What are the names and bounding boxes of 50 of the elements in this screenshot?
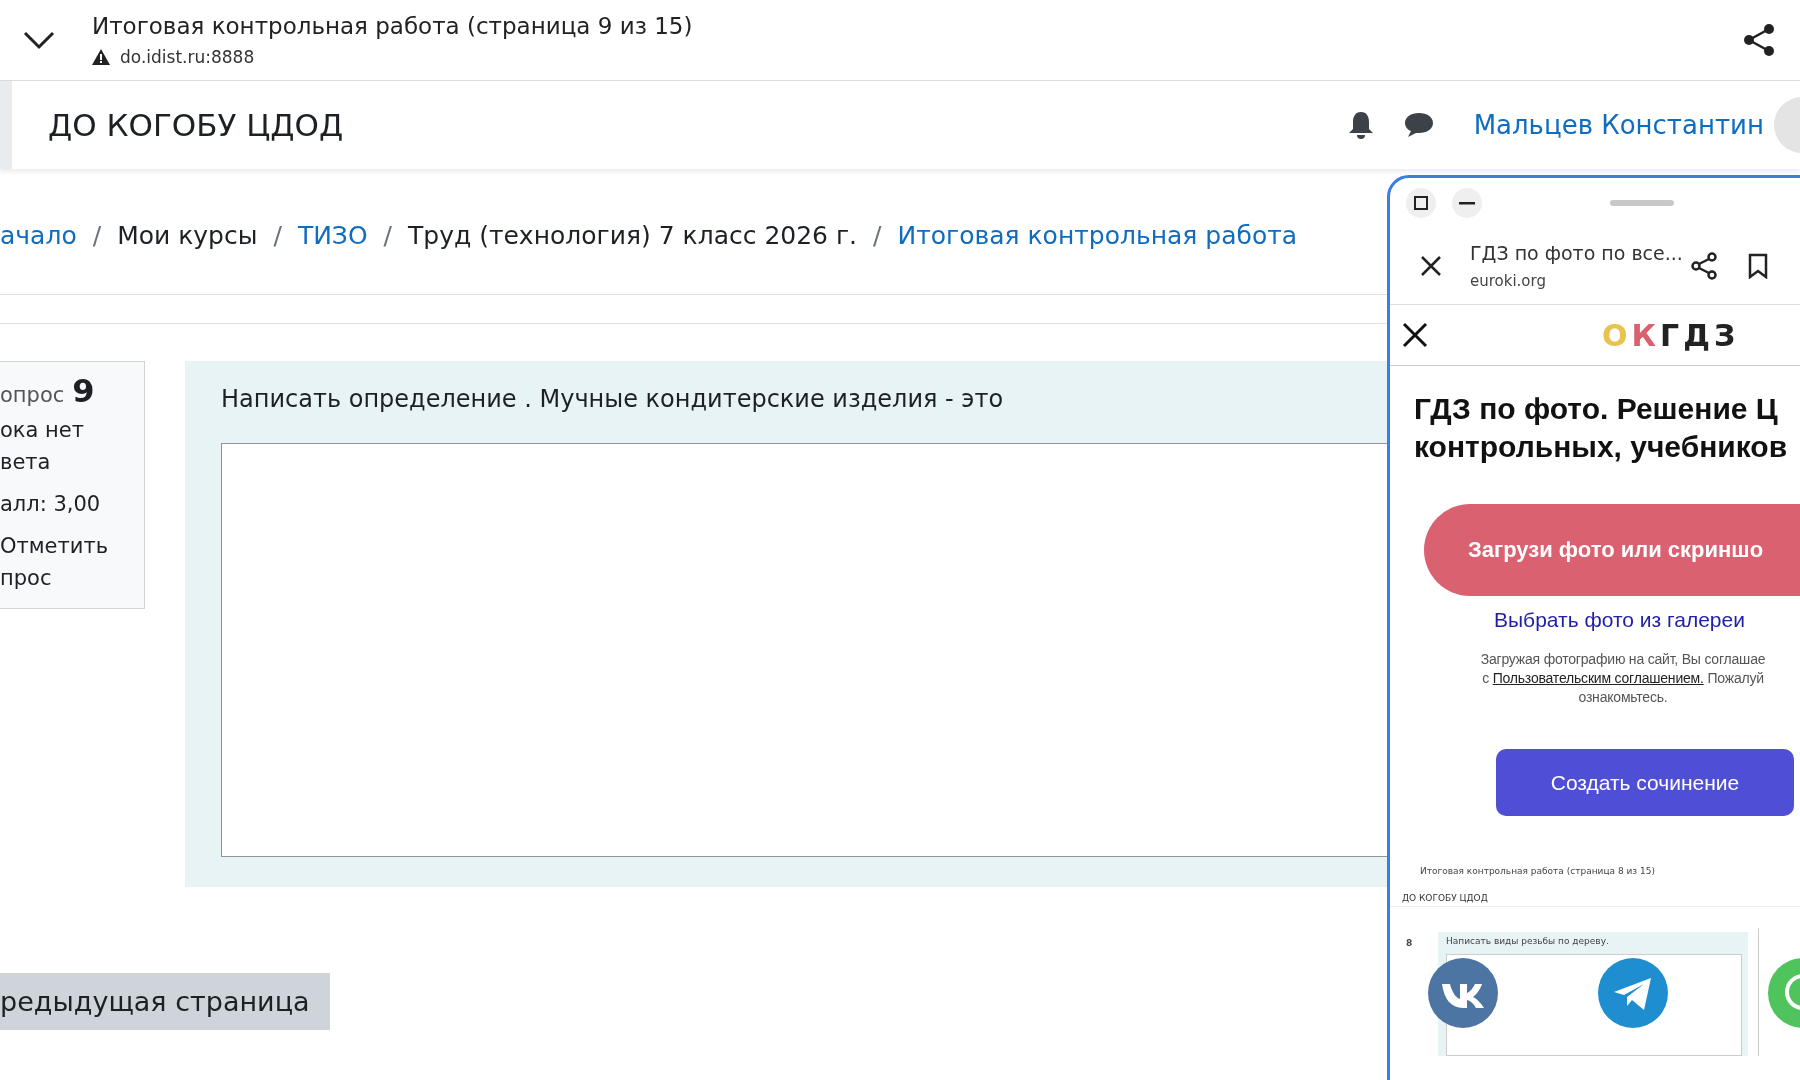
breadcrumb-link[interactable]: Итоговая контрольная работа [897,221,1298,250]
page-title: Итоговая контрольная работа (страница 9 из 15) [92,13,694,39]
social-icon[interactable] [1428,958,1498,1028]
share-icon[interactable] [1742,23,1776,57]
breadcrumb-item: Мои курсы [117,221,258,250]
bookmark-icon[interactable] [1748,253,1768,279]
flag-question-link[interactable]: прос [0,566,144,590]
upload-photo-button[interactable]: Загрузи фото или скриншо [1424,504,1800,596]
breadcrumb-item: Труд (технология) 7 класс 2026 г. [408,221,858,250]
collapse-chevron-icon[interactable] [22,30,56,50]
question-number: 9 [72,372,95,410]
question-score: алл: 3,00 [0,492,102,516]
question-status: ока нет [0,418,85,442]
flag-question-link[interactable]: Отметить [0,534,144,558]
gallery-link[interactable]: Выбрать фото из галереи [1494,608,1800,632]
paper-plane-icon[interactable] [1598,958,1668,1028]
chat-bubble-icon[interactable] [1403,112,1434,138]
bell-icon[interactable] [1347,111,1374,139]
page-url: do.idist.ru:8888 [120,47,255,67]
close-icon[interactable] [1402,322,1428,348]
maximize-icon[interactable] [1406,188,1436,218]
consent-text: Загружая фотографию на сайт, Вы соглашае с Пользовательским соглашением. Пожалуй ознакомьтесь. [1479,650,1767,707]
question-status: вета [0,450,52,474]
question-label: опрос [0,383,65,407]
breadcrumb-link[interactable]: ТИЗО [297,221,368,250]
site-name[interactable]: ДО КОГОБУ ЦДОД [48,107,1348,143]
thumbnail-question-text: Написать виды резьбы по дереву. [1446,936,1609,946]
thumbnail-question-number: 8 [1406,938,1413,948]
user-name[interactable]: Мальцев Константин [1473,110,1764,140]
previous-page-button[interactable]: редыдущая страница [0,973,330,1030]
create-essay-button[interactable]: Создать сочинение [1496,749,1794,816]
thumbnail-site-name: ДО КОГОБУ ЦДОД [1402,893,1488,903]
share-icon[interactable] [1690,252,1718,280]
breadcrumb-separator: / [383,221,392,250]
question-text: Написать определение . Мучные кондитерские изделия - это [221,385,1004,413]
close-icon[interactable] [1420,255,1442,277]
warning-icon [92,49,110,65]
site-logo[interactable]: О КГДЗ [1602,317,1740,353]
promo-heading: ГДЗ по фото. Решение Ц [1414,391,1779,427]
breadcrumb-link[interactable]: ачало [0,221,77,250]
tab-title: ГДЗ по фото по все... [1470,242,1680,264]
drag-handle[interactable] [1610,200,1674,206]
breadcrumb-separator: / [873,221,882,250]
promo-heading: контрольных, учебников [1414,429,1789,465]
user-agreement-link[interactable]: Пользовательским соглашением. [1492,670,1704,686]
breadcrumb-separator: / [273,221,282,250]
thumbnail-title: Итоговая контрольная работа (страница 8 из 15) [1420,866,1655,876]
breadcrumb-separator: / [92,221,102,250]
tab-url: euroki.org [1470,272,1547,290]
minimize-icon[interactable] [1452,188,1482,218]
